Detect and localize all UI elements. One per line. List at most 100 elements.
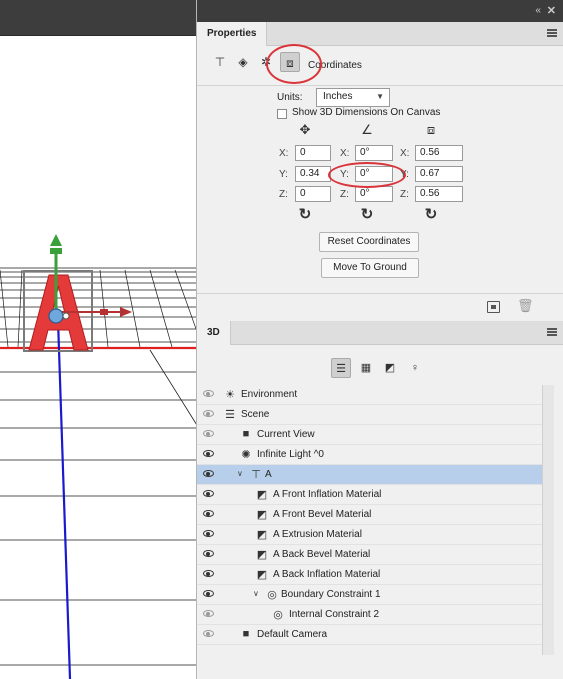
3d-panel: 3D ☰ ▦ ◩ ♀ ☀ Environment ☰ Scene ■ Current Vi… [197,321,563,679]
scale-y-label: Y: [400,169,409,180]
visibility-eye-icon[interactable] [203,630,214,637]
layer-row[interactable]: ◩ A Back Inflation Material [197,565,542,585]
scale-z-field[interactable]: 0.56 [415,186,463,202]
layer-label: A [265,469,272,480]
layer-label: Boundary Constraint 1 [281,589,381,600]
layer-row[interactable]: ✺ Infinite Light ^0 [197,445,542,465]
deform-mode-icon[interactable]: ◈ [233,52,253,72]
visibility-eye-icon[interactable] [203,390,214,397]
units-value: Inches [323,91,353,102]
collapse-panels-icon[interactable]: ‹‹ [535,5,541,16]
material-icon: ◩ [256,569,268,581]
chevron-down-icon: ▼ [376,92,384,101]
properties-footer-divider [197,293,563,294]
layer-row[interactable]: ◩ A Extrusion Material [197,525,542,545]
visibility-eye-icon[interactable] [203,470,214,477]
camera-icon: ■ [242,428,250,440]
chevron-down-icon[interactable]: ∨ [237,469,243,478]
scale-z-label: Z: [400,189,409,200]
render-preview-icon[interactable] [487,301,500,313]
rotation-x-field[interactable]: 0° [355,145,393,161]
visibility-eye-icon[interactable] [203,590,214,597]
close-panels-icon[interactable]: ✕ [547,4,556,17]
trash-icon[interactable]: 🗑 [517,298,534,314]
layer-row[interactable]: ■ Default Camera [197,625,542,645]
layer-row[interactable]: ∨ ⊤ A [197,465,542,485]
visibility-eye-icon[interactable] [203,430,214,437]
scale-x-label: X: [400,148,410,159]
scene-filter-icon[interactable]: ☰ [331,358,351,378]
layer-label: Infinite Light ^0 [257,449,324,460]
units-select[interactable]: Inches ▼ [316,88,390,107]
units-label: Units: [277,92,303,103]
position-x-label: X: [279,148,289,159]
constraint-icon: ◎ [273,609,283,621]
rotation-x-label: X: [340,148,350,159]
reset-coordinates-button[interactable]: Reset Coordinates [319,232,419,252]
layer-row[interactable]: ◎ Internal Constraint 2 [197,605,542,625]
show-dimensions-label: Show 3D Dimensions On Canvas [292,107,441,118]
scene-icon: ☰ [225,409,235,421]
reset-scale-icon[interactable]: ↻ [421,205,441,223]
3d-layer-list: ☀ Environment ☰ Scene ■ Current View ✺ Infinite… [197,385,542,655]
visibility-eye-icon[interactable] [203,530,214,537]
layer-label: A Back Inflation Material [273,569,381,580]
properties-panel-menu-icon[interactable] [547,29,557,37]
light-filter-icon[interactable]: ♀ [405,358,425,378]
visibility-eye-icon[interactable] [203,510,214,517]
show-dimensions-checkbox[interactable] [277,109,287,119]
ground-plane-grid-far [0,267,200,348]
material-icon: ◩ [256,509,268,521]
position-z-field[interactable]: 0 [295,186,331,202]
visibility-eye-icon[interactable] [203,610,214,617]
visibility-eye-icon[interactable] [203,490,214,497]
position-move-icon: ✥ [299,122,311,137]
material-icon: ◩ [256,489,268,501]
visibility-eye-icon[interactable] [203,450,214,457]
3d-tab-bar: 3D [197,321,563,345]
layer-label: A Back Bevel Material [273,549,371,560]
layer-label: Internal Constraint 2 [289,609,380,620]
properties-divider [197,85,563,86]
position-z-label: Z: [279,189,288,200]
material-icon: ◩ [256,529,268,541]
chevron-down-icon[interactable]: ∨ [253,589,259,598]
visibility-eye-icon[interactable] [203,550,214,557]
move-to-ground-button[interactable]: Move To Ground [321,258,419,278]
layer-row[interactable]: ∨ ◎ Boundary Constraint 1 [197,585,542,605]
scale-y-field[interactable]: 0.67 [415,166,463,182]
layer-row[interactable]: ◩ A Front Inflation Material [197,485,542,505]
panel-dock-header: ‹‹ ✕ [197,0,563,22]
tab-properties[interactable]: Properties [197,22,268,46]
panel-stack: ‹‹ ✕ Properties ⊤ ◈ ✲ ⧈ Coordinates Unit… [196,0,563,679]
position-y-field[interactable]: 0.34 [295,166,331,182]
layer-label: Environment [241,389,298,400]
visibility-eye-icon[interactable] [203,570,214,577]
reset-rotation-icon[interactable]: ↻ [357,205,377,223]
rotation-z-field[interactable]: 0° [355,186,393,202]
ground-plane-grid-near [0,349,200,666]
environment-icon: ☀ [225,389,235,401]
material-filter-icon[interactable]: ◩ [380,358,400,378]
constraint-icon: ◎ [267,589,277,601]
3d-scene[interactable] [0,0,200,679]
layer-row[interactable]: ◩ A Front Bevel Material [197,505,542,525]
layer-row[interactable]: ◩ A Back Bevel Material [197,545,542,565]
visibility-eye-icon[interactable] [203,410,214,417]
tab-3d[interactable]: 3D [197,321,231,345]
rotation-angle-icon: ∠ [361,122,373,137]
mesh-filter-icon[interactable]: ▦ [356,358,376,378]
layer-list-scrollbar[interactable] [542,385,554,655]
layer-row[interactable]: ☀ Environment [197,385,542,405]
3d-panel-menu-icon[interactable] [547,328,557,336]
scale-x-field[interactable]: 0.56 [415,145,463,161]
position-x-field[interactable]: 0 [295,145,331,161]
mesh-mode-icon[interactable]: ⊤ [210,52,230,72]
scale-icon: ⧈ [426,122,436,137]
layer-label: Default Camera [257,629,328,640]
layer-row[interactable]: ■ Current View [197,425,542,445]
layer-row[interactable]: ☰ Scene [197,405,542,425]
reset-position-icon[interactable]: ↻ [295,205,315,223]
layer-label: A Front Inflation Material [273,489,382,500]
properties-panel: Properties ⊤ ◈ ✲ ⧈ Coordinates Units: In… [197,22,563,319]
